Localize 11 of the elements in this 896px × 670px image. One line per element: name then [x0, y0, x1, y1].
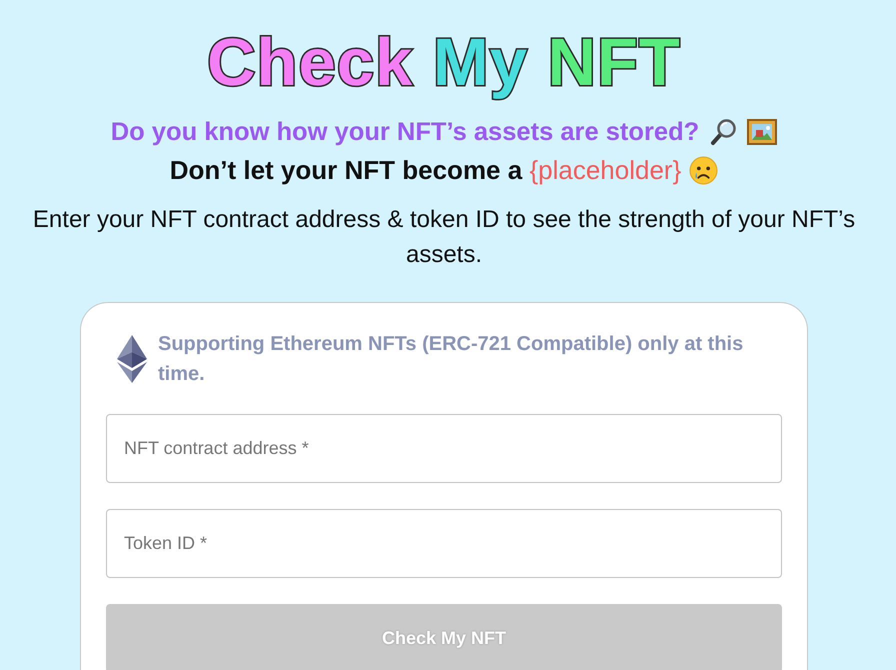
- description-text: Enter your NFT contract address & token ID to see the strength of your NFT’s assets.: [32, 205, 856, 270]
- framed-picture-icon: [747, 119, 778, 145]
- support-notice: Supporting Ethereum NFTs (ERC-721 Compatible) only at this time.: [158, 332, 744, 387]
- magnifier-icon: [709, 118, 738, 146]
- question-text: Do you know how your NFT’s assets are stored?: [110, 117, 700, 148]
- input-field[interactable]: NFT contract address *: [106, 414, 782, 483]
- ethereum-icon: [117, 335, 147, 383]
- app-title: Check My NFT: [207, 24, 681, 102]
- crying-face-icon: [689, 156, 718, 184]
- input-field[interactable]: Token ID *: [106, 509, 782, 578]
- warning-text: Don’t let your NFT become a {placeholder}: [170, 154, 682, 187]
